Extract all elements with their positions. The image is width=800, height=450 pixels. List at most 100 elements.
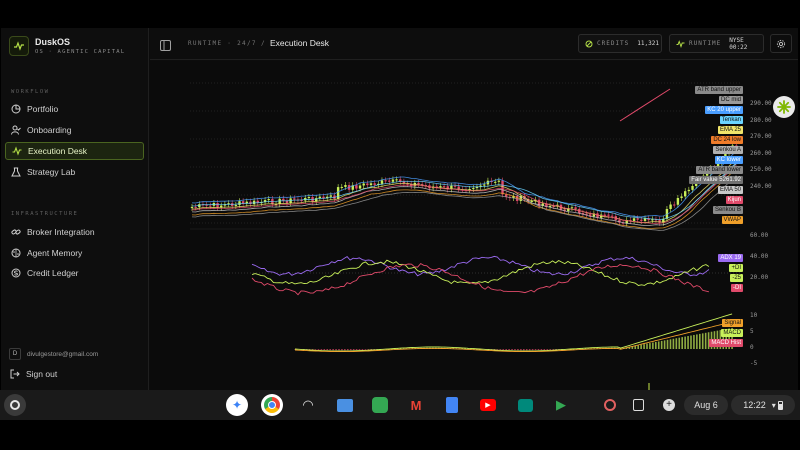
macd-line	[294, 313, 733, 352]
credits-icon	[585, 40, 593, 48]
sidebar-item-broker-integration[interactable]: Broker Integration	[5, 223, 144, 241]
screen-record-button[interactable]	[599, 394, 621, 416]
brain-icon	[10, 248, 21, 259]
chrome-icon	[264, 397, 280, 413]
adx-series-label: -25	[730, 274, 743, 282]
macd-series-label: Signal	[722, 319, 743, 327]
macd-histogram-bar	[684, 336, 686, 349]
candle-body	[574, 207, 577, 209]
macd-histogram-bar	[537, 349, 540, 351]
link-icon	[10, 227, 21, 238]
user-check-icon	[10, 125, 21, 136]
record-stop-icon	[604, 399, 616, 411]
chart-canvas[interactable]	[150, 61, 798, 390]
clock-time: 12:22	[743, 400, 766, 410]
candle-body	[307, 197, 311, 199]
launcher-button[interactable]	[4, 394, 26, 416]
price-axis-tick: 260.00	[750, 149, 772, 157]
sidebar-item-strategy-lab[interactable]: Strategy Lab	[5, 163, 144, 181]
gear-icon	[776, 39, 786, 49]
date-pill[interactable]: Aug 6	[684, 395, 728, 415]
shelf-app-cast[interactable]: ◠	[297, 394, 319, 416]
execution-chart[interactable]: ATR band upper DC mid KC 20 upper Tenkan EMA…	[150, 61, 798, 390]
macd-histogram-bar	[555, 349, 557, 350]
brand-name: DuskOS	[35, 37, 71, 47]
candle-body	[238, 201, 241, 205]
candle-body	[293, 198, 296, 200]
adx-axis-tick: 40.00	[750, 253, 769, 260]
shelf-app-gemini[interactable]: ✦	[226, 394, 248, 416]
macd-axis-tick: 10	[750, 312, 758, 319]
sidebar-item-portfolio[interactable]: Portfolio	[5, 100, 144, 118]
brand: DuskOS OS · AGENTIC CAPITAL	[9, 36, 125, 56]
macd-histogram-bar	[704, 332, 707, 349]
candle-body	[643, 218, 647, 221]
shelf-app-play-store[interactable]: ▶	[550, 394, 572, 416]
candle-body	[267, 199, 270, 201]
shelf-app-files[interactable]	[334, 394, 356, 416]
status-tray[interactable]: 12:22 ▾	[731, 395, 795, 415]
macd-histogram-bar	[699, 333, 701, 349]
clipboard-icon	[632, 399, 644, 411]
sidebar-item-label: Broker Integration	[27, 227, 95, 237]
candle-body	[640, 219, 643, 221]
shelf-app-docs[interactable]	[441, 394, 463, 416]
cast-icon: ◠	[302, 397, 314, 412]
shelf-app-meet[interactable]	[514, 394, 536, 416]
macd-histogram-bar	[367, 349, 370, 350]
macd-histogram-bar	[520, 349, 522, 351]
candle-body	[395, 179, 398, 181]
candle-body	[607, 214, 610, 216]
candle-body	[252, 200, 256, 205]
macd-histogram-bar	[317, 349, 320, 350]
macd-histogram-bar	[329, 349, 331, 351]
sidebar-item-execution-desk[interactable]: Execution Desk	[5, 142, 144, 160]
macd-axis-tick: -5	[750, 360, 758, 367]
candle-body	[366, 183, 369, 186]
adx-series-label: -DI	[731, 284, 743, 292]
chart-pie-icon	[10, 104, 21, 115]
candle-body	[391, 179, 395, 182]
sidebar-item-label: Portfolio	[27, 104, 59, 114]
candle-body	[483, 184, 486, 186]
settings-button[interactable]	[770, 34, 792, 53]
candle-body	[380, 180, 384, 184]
macd-histogram-bar	[326, 349, 329, 351]
sign-out-button[interactable]: Sign out	[10, 369, 57, 379]
series-label: EMA 25	[717, 126, 743, 134]
macd-histogram-bar	[341, 349, 343, 351]
user-account[interactable]: D divulgestore@gmail.com	[9, 348, 98, 360]
clipboard-button[interactable]	[627, 394, 649, 416]
sidebar-toggle-icon[interactable]	[160, 38, 171, 51]
candle-body	[282, 198, 285, 201]
flask-icon	[10, 167, 21, 178]
sidebar-item-agent-memory[interactable]: Agent Memory	[5, 244, 144, 262]
macd-histogram-bar	[687, 336, 689, 349]
macd-histogram-bar	[311, 349, 314, 350]
shelf-app-youtube[interactable]: ▶	[477, 394, 499, 416]
shelf-app-chrome[interactable]	[261, 394, 283, 416]
credits-badge[interactable]: CREDITS 11,321	[578, 34, 662, 53]
macd-histogram-bar	[347, 349, 349, 351]
sidebar-item-onboarding[interactable]: Onboarding	[5, 121, 144, 139]
macd-histogram-bar	[552, 349, 554, 350]
app-window: DuskOS OS · AGENTIC CAPITAL WORKFLOW Por…	[1, 28, 798, 390]
shelf-app-gmail[interactable]: M	[405, 394, 427, 416]
shelf-app-sheets[interactable]	[369, 394, 391, 416]
macd-histogram-bar	[505, 349, 507, 350]
macd-histogram-bar	[696, 334, 698, 349]
candle-body	[684, 191, 687, 197]
assistant-button[interactable]	[773, 96, 795, 118]
logo-icon	[9, 36, 29, 56]
candle-body	[651, 219, 654, 221]
macd-histogram-bar	[361, 349, 364, 350]
macd-histogram-bar	[675, 338, 678, 349]
assistant-shelf-button[interactable]: +	[658, 394, 680, 416]
macd-histogram-bar	[352, 349, 355, 351]
sidebar-item-credit-ledger[interactable]: Credit Ledger	[5, 264, 144, 282]
runtime-badge[interactable]: RUNTIME NYSE 00:22	[669, 34, 764, 53]
candle-body	[636, 218, 639, 220]
os-shelf: ✦ ◠ M ▶ ▶ + Aug 6 12:22 ▾	[0, 390, 800, 420]
series-label: KC 20 upper	[705, 106, 743, 114]
macd-axis-tick: 0	[750, 344, 754, 351]
